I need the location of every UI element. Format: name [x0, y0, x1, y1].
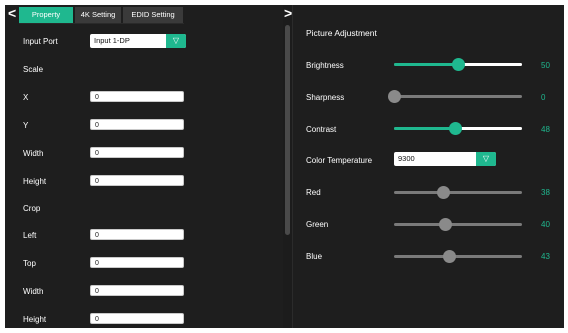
brightness-slider[interactable] — [394, 58, 522, 71]
prev-icon[interactable]: < — [8, 6, 16, 20]
contrast-slider[interactable] — [394, 122, 522, 135]
left-panel: < Property 4K Setting EDID Setting Input… — [5, 5, 283, 328]
green-slider[interactable] — [394, 218, 522, 231]
scale-y-input[interactable]: 0 — [90, 119, 184, 130]
scale-width-label: Width — [23, 149, 44, 158]
input-port-label: Input Port — [23, 37, 58, 46]
crop-section-label: Crop — [23, 204, 41, 213]
slider-knob[interactable] — [452, 58, 465, 71]
contrast-value: 48 — [541, 125, 550, 134]
crop-width-label: Width — [23, 287, 44, 296]
crop-height-label: Height — [23, 315, 47, 324]
color-temperature-select[interactable]: 9300 ▽ — [394, 152, 496, 166]
brightness-value: 50 — [541, 61, 550, 70]
scale-x-input[interactable]: 0 — [90, 91, 184, 102]
scale-height-input[interactable]: 0 — [90, 175, 184, 186]
input-port-value: Input 1-DP — [94, 36, 130, 45]
chevron-down-icon[interactable]: ▽ — [166, 34, 186, 48]
picture-adjustment-panel: Picture Adjustment Brightness 50 Sharpne… — [292, 5, 564, 328]
slider-track-rest — [458, 63, 522, 66]
scale-height-label: Height — [23, 177, 47, 186]
sharpness-value: 0 — [541, 93, 546, 102]
brightness-label: Brightness — [306, 61, 344, 70]
green-label: Green — [306, 220, 329, 229]
tab-property[interactable]: Property — [19, 7, 73, 23]
slider-track-rest — [455, 127, 522, 130]
properties-window: < Property 4K Setting EDID Setting Input… — [5, 5, 564, 328]
color-temperature-value: 9300 — [398, 154, 415, 163]
tab-edid-setting[interactable]: EDID Setting — [123, 7, 183, 23]
blue-label: Blue — [306, 252, 323, 261]
scale-section-label: Scale — [23, 65, 44, 74]
contrast-label: Contrast — [306, 125, 337, 134]
scale-width-input[interactable]: 0 — [90, 147, 184, 158]
blue-slider[interactable] — [394, 250, 522, 263]
crop-top-label: Top — [23, 259, 36, 268]
slider-knob[interactable] — [449, 122, 462, 135]
color-temperature-label: Color Temperature — [306, 156, 373, 165]
crop-top-input[interactable]: 0 — [90, 257, 184, 268]
crop-left-input[interactable]: 0 — [90, 229, 184, 240]
picture-adjustment-title: Picture Adjustment — [306, 28, 377, 38]
sharpness-slider[interactable] — [388, 90, 522, 103]
blue-value: 43 — [541, 252, 550, 261]
chevron-down-icon[interactable]: ▽ — [476, 152, 496, 166]
green-value: 40 — [541, 220, 550, 229]
red-slider[interactable] — [394, 186, 522, 199]
input-port-select[interactable]: Input 1-DP ▽ — [90, 34, 186, 48]
red-label: Red — [306, 188, 321, 197]
slider-fill — [394, 63, 458, 66]
scale-x-label: X — [23, 93, 29, 102]
slider-knob[interactable] — [443, 250, 456, 263]
sharpness-label: Sharpness — [306, 93, 345, 102]
crop-width-input[interactable]: 0 — [90, 285, 184, 296]
crop-height-input[interactable]: 0 — [90, 313, 184, 324]
tab-4k-setting[interactable]: 4K Setting — [75, 7, 121, 23]
slider-knob[interactable] — [388, 90, 401, 103]
scale-y-label: Y — [23, 121, 29, 130]
tab-underline — [19, 23, 184, 24]
slider-knob[interactable] — [437, 186, 450, 199]
tab-bar: < Property 4K Setting EDID Setting — [5, 5, 283, 24]
slider-knob[interactable] — [439, 218, 452, 231]
slider-fill — [394, 127, 455, 130]
red-value: 38 — [541, 188, 550, 197]
left-panel-scrollbar[interactable] — [285, 25, 290, 235]
crop-left-label: Left — [23, 231, 37, 240]
next-icon[interactable]: > — [284, 6, 292, 20]
